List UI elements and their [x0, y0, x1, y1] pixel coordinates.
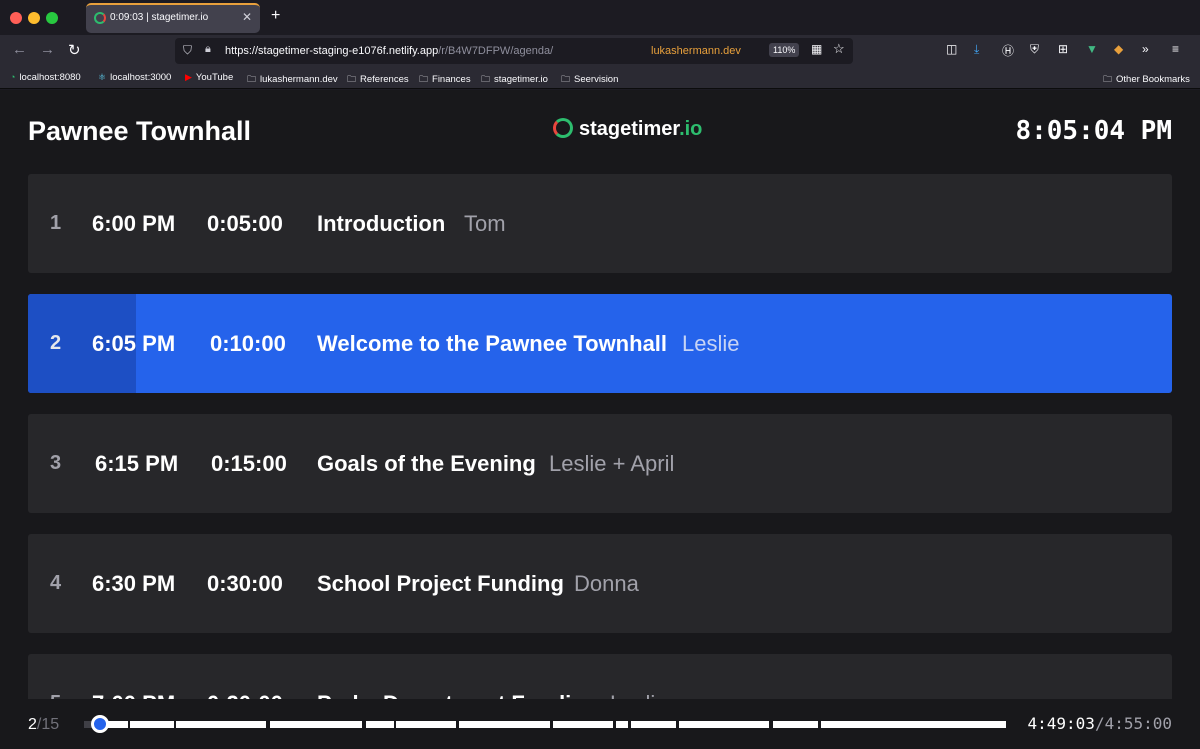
browser-navbar: ← → ↻ ⛉ 🔒︎ https://stagetimer-staging-e1…: [0, 35, 1200, 67]
progress-segment[interactable]: [130, 721, 174, 728]
folder-icon: 🗀: [1103, 74, 1113, 84]
progress-segment[interactable]: [459, 721, 550, 728]
download-icon[interactable]: ⤓: [974, 42, 979, 57]
row-index: 1: [50, 212, 62, 234]
row-start-time: 6:05 PM: [92, 331, 176, 356]
row-index: 4: [50, 572, 62, 594]
back-arrow-icon[interactable]: ←: [12, 41, 27, 58]
lock-icon[interactable]: 🔒︎: [205, 43, 211, 56]
extension-label[interactable]: lukashermann.dev: [651, 45, 741, 57]
folder-icon: 🗀: [561, 74, 571, 84]
shield-extension-icon[interactable]: ⛨: [1030, 42, 1039, 57]
pocket-icon[interactable]: ◫: [946, 42, 957, 56]
progress-segment[interactable]: [616, 721, 628, 728]
time-remaining: 4:49:03/4:55:00: [1027, 714, 1173, 733]
fox-icon[interactable]: ◆: [1114, 42, 1123, 56]
row-duration: 0:05:00: [207, 211, 283, 236]
progress-bar-footer: 2/15 4:49:03/4:55:00: [0, 699, 1200, 749]
folder-icon: 🗀: [247, 74, 257, 84]
row-speaker: Leslie + April: [549, 451, 675, 476]
progress-segment[interactable]: [773, 721, 818, 728]
shield-icon[interactable]: ⛉: [183, 43, 192, 58]
vue-icon[interactable]: ▼: [1086, 42, 1098, 56]
brand-logo: stagetimer.io: [553, 117, 702, 141]
progress-knob[interactable]: [91, 715, 109, 733]
progress-segment[interactable]: [631, 721, 676, 728]
stagetimer-logo-icon: [553, 117, 573, 138]
row-title: Welcome to the Pawnee Townhall: [317, 331, 668, 356]
zoom-badge[interactable]: 110%: [769, 43, 800, 57]
url-text[interactable]: https://stagetimer-staging-e1076f.netlif…: [225, 45, 553, 57]
agenda-row[interactable]: 4 6:30 PM 0:30:00 School Project Funding…: [28, 534, 1172, 633]
progress-segment[interactable]: [679, 721, 769, 728]
bookmark-item[interactable]: 🗀 Finances: [419, 72, 471, 88]
row-duration: 0:30:00: [207, 571, 283, 596]
row-title: Introduction: [317, 211, 446, 236]
row-duration: 0:15:00: [211, 451, 287, 476]
progress-segment[interactable]: [176, 721, 266, 728]
tab-title: 0:09:03 | stagetimer.io: [110, 12, 209, 23]
close-tab-icon[interactable]: ✕: [242, 10, 252, 24]
bookmark-item[interactable]: ◔ localhost:8080: [10, 72, 81, 83]
bookmark-item[interactable]: 🗀 Seervision: [561, 72, 618, 88]
row-speaker: Donna: [574, 571, 639, 596]
browser-tabbar: 0:09:03 | stagetimer.io ✕ +: [0, 0, 1200, 35]
agenda-row-active[interactable]: 2 6:05 PM 0:10:00 Welcome to the Pawnee …: [28, 294, 1172, 393]
new-tab-icon[interactable]: +: [271, 7, 280, 25]
bookmark-item[interactable]: ▶ YouTube: [185, 72, 233, 83]
progress-segment[interactable]: [553, 721, 613, 728]
youtube-icon: ▶: [185, 72, 192, 82]
agenda-row[interactable]: 3 6:15 PM 0:15:00 Goals of the Evening L…: [28, 414, 1172, 513]
current-time-clock: 8:05:04 PM: [1015, 116, 1172, 146]
minimize-window-button[interactable]: [28, 12, 40, 24]
react-icon: ⚛: [98, 72, 107, 82]
row-title: Goals of the Evening: [317, 451, 536, 476]
bookmarks-bar: ◔ localhost:8080 ⚛ localhost:3000 ▶ YouTube…: [0, 67, 1200, 89]
agenda-row[interactable]: 1 6:00 PM 0:05:00 Introduction Tom: [28, 174, 1172, 273]
h-extension-icon[interactable]: Ⓗ: [1002, 42, 1014, 59]
bookmark-star-icon[interactable]: ☆: [833, 41, 845, 57]
reload-icon[interactable]: ↻: [68, 41, 81, 59]
row-index: 2: [50, 332, 62, 354]
folder-icon: 🗀: [419, 74, 429, 84]
folder-icon: 🗀: [347, 74, 357, 84]
item-counter: 2/15: [28, 716, 60, 733]
maximize-window-button[interactable]: [46, 12, 58, 24]
folder-icon: 🗀: [481, 74, 491, 84]
close-window-button[interactable]: [10, 12, 22, 24]
row-title: School Project Funding: [317, 571, 564, 596]
bookmark-item[interactable]: 🗀 lukashermann.dev: [247, 72, 338, 88]
row-start-time: 6:15 PM: [95, 451, 179, 476]
row-duration: 0:10:00: [210, 331, 286, 356]
browser-tab[interactable]: 0:09:03 | stagetimer.io ✕: [86, 3, 260, 33]
room-title: Pawnee Townhall: [28, 116, 252, 146]
url-bar[interactable]: ⛉ 🔒︎ https://stagetimer-staging-e1076f.n…: [175, 38, 853, 64]
agenda-app: Pawnee Townhall stagetimer.io 8:05:04 PM…: [0, 90, 1200, 749]
progress-segment[interactable]: [821, 721, 1006, 728]
extensions-icon[interactable]: ⊞: [1058, 42, 1068, 56]
forward-arrow-icon[interactable]: →: [40, 41, 55, 58]
row-speaker: Tom: [464, 211, 506, 236]
progress-segment[interactable]: [270, 721, 362, 728]
stagetimer-favicon-icon: [94, 12, 106, 24]
row-start-time: 6:00 PM: [92, 211, 176, 236]
bookmark-item[interactable]: 🗀 References: [347, 72, 409, 88]
stagetimer-icon: ◔: [10, 72, 16, 82]
other-bookmarks[interactable]: 🗀 Other Bookmarks: [1103, 72, 1190, 88]
bookmark-item[interactable]: 🗀 stagetimer.io: [481, 72, 548, 88]
progress-segment[interactable]: [396, 721, 456, 728]
progress-track[interactable]: [84, 721, 1006, 728]
progress-segment[interactable]: [366, 721, 394, 728]
menu-icon[interactable]: ≡: [1172, 42, 1179, 56]
bookmark-item[interactable]: ⚛ localhost:3000: [98, 72, 171, 83]
row-speaker: Leslie: [682, 331, 740, 356]
grid-icon[interactable]: ▦: [811, 42, 822, 56]
row-index: 3: [50, 452, 62, 474]
overflow-icon[interactable]: »: [1142, 42, 1149, 56]
row-start-time: 6:30 PM: [92, 571, 176, 596]
